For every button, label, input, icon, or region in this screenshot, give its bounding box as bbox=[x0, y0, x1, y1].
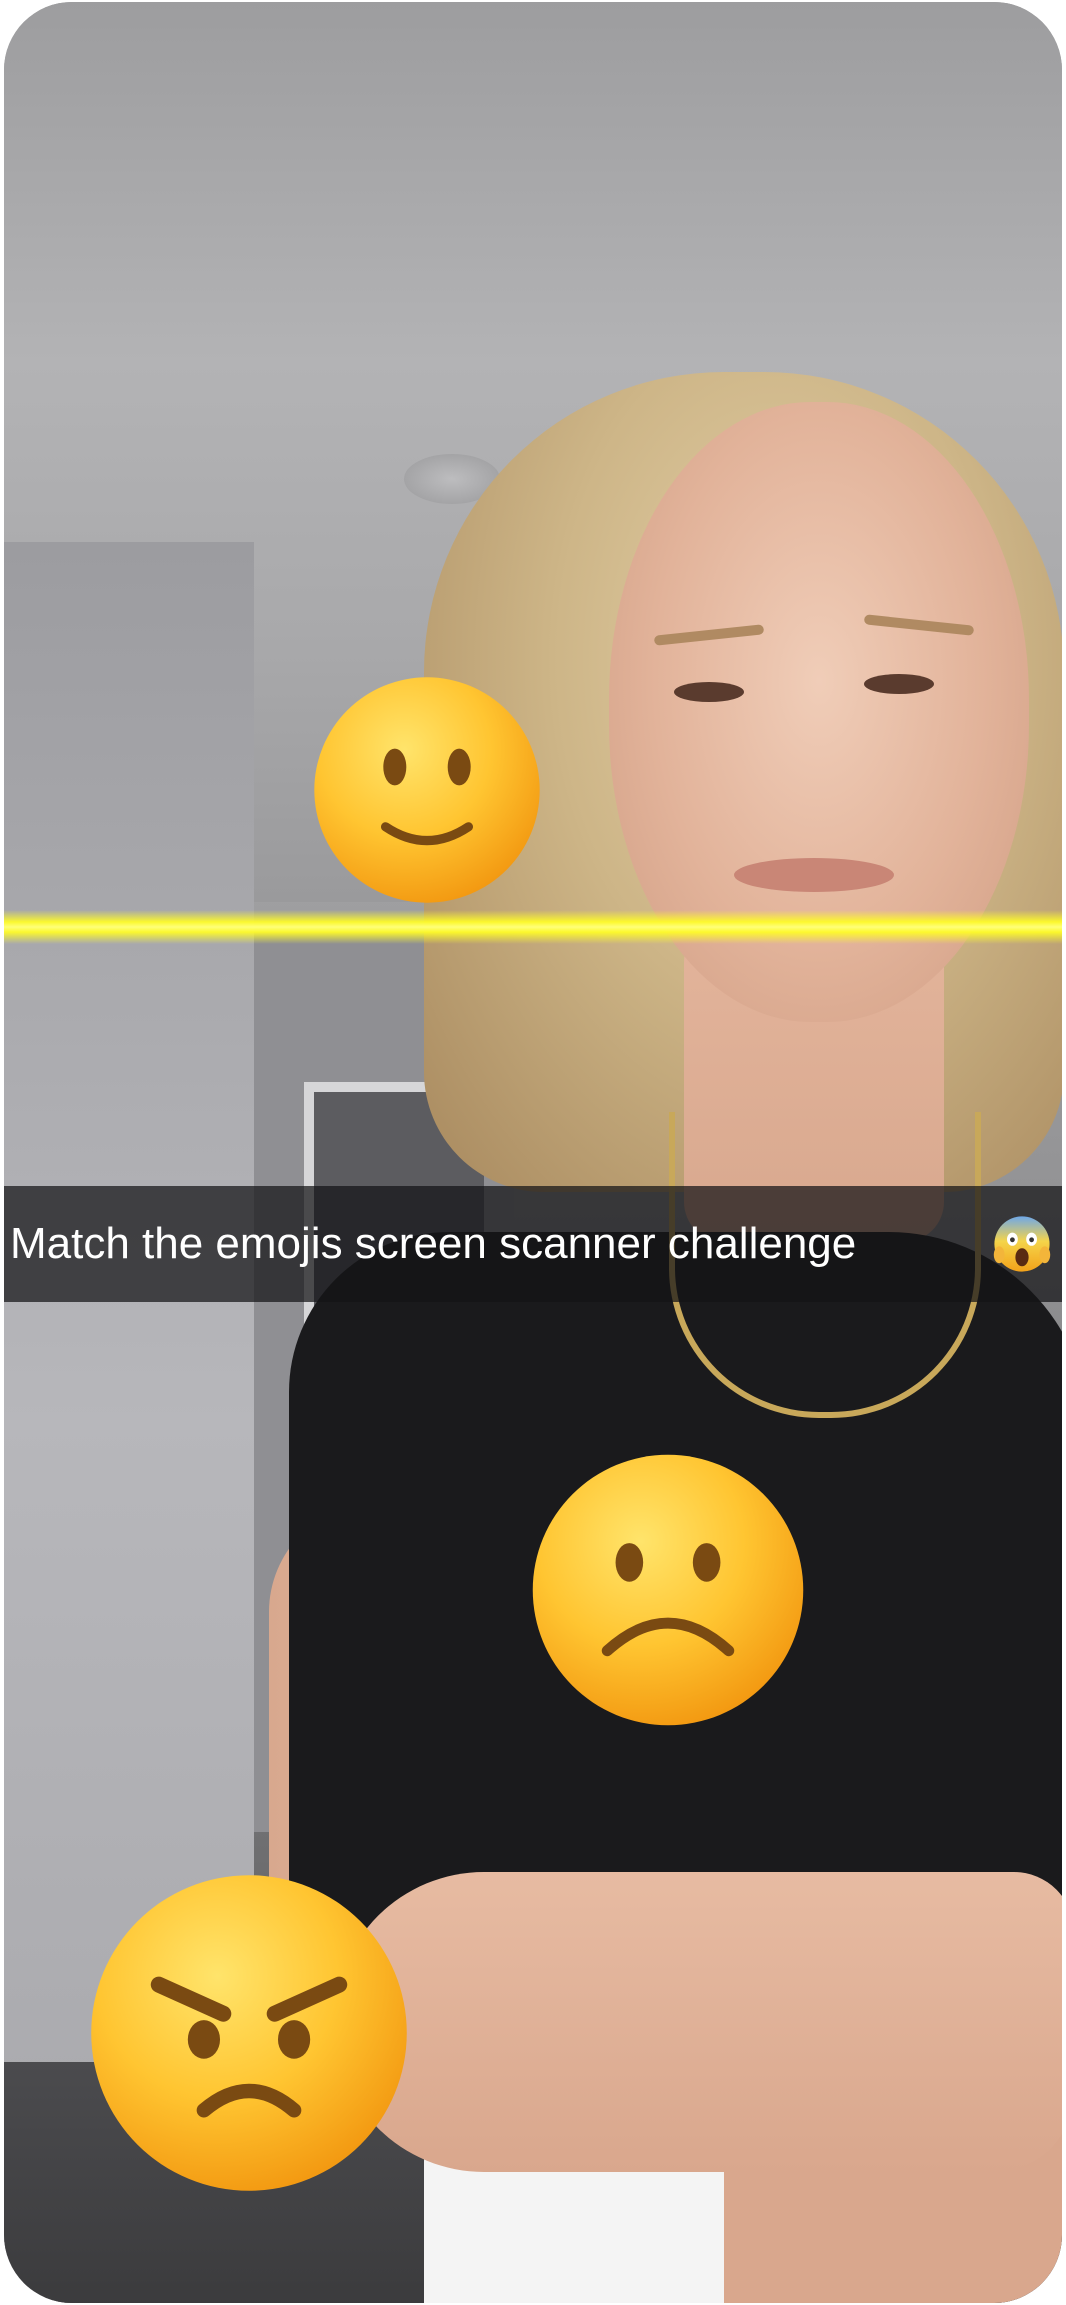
person-eye-right bbox=[864, 674, 934, 694]
caption-bar: Match the emojis screen scanner challeng… bbox=[4, 1186, 1062, 1302]
person-eye-left bbox=[674, 682, 744, 702]
caption-text: Match the emojis screen scanner challeng… bbox=[10, 1219, 857, 1268]
person-hands bbox=[334, 1872, 1062, 2172]
slightly-smiling-face-icon bbox=[312, 675, 542, 905]
angry-face-icon bbox=[88, 1872, 410, 2194]
scanner-line bbox=[4, 910, 1062, 944]
face-screaming-in-fear-icon bbox=[992, 1214, 1052, 1274]
person-lips bbox=[734, 858, 894, 892]
frowning-face-icon bbox=[530, 1452, 806, 1728]
